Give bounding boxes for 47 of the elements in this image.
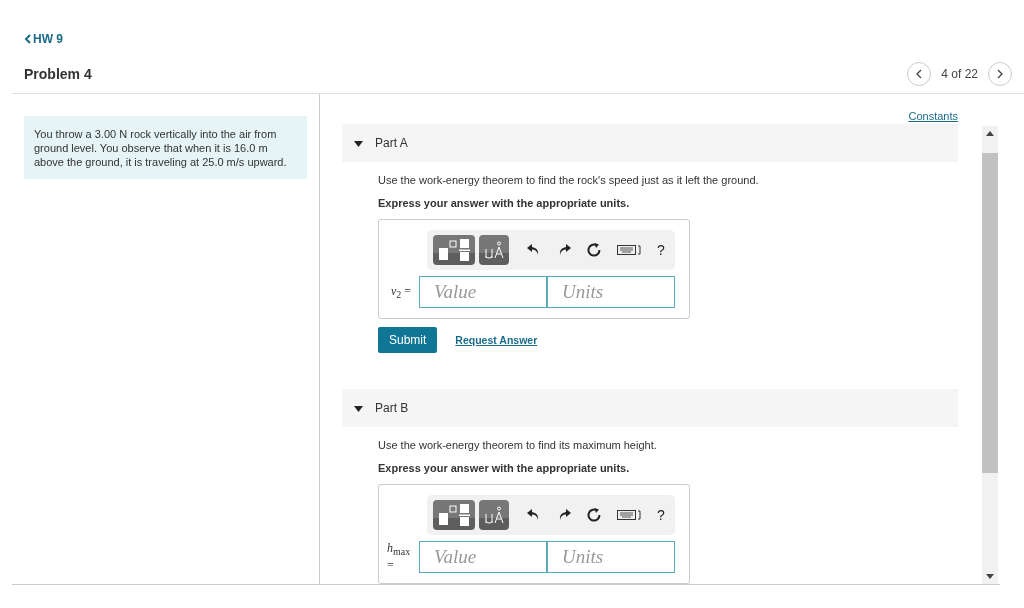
units-field[interactable]: Units xyxy=(547,541,675,573)
symbols-button[interactable] xyxy=(479,235,509,265)
problem-title: Problem 4 xyxy=(24,66,92,82)
redo-icon xyxy=(557,509,571,521)
templates-button[interactable] xyxy=(433,235,475,265)
micro-angstrom-icon xyxy=(483,240,505,260)
chevron-left-icon xyxy=(916,69,923,79)
page-counter: 4 of 22 xyxy=(941,67,978,81)
request-answer-link[interactable]: Request Answer xyxy=(455,334,538,346)
constants-link[interactable]: Constants xyxy=(908,110,958,122)
problem-statement: You throw a 3.00 N rock vertically into the air from ground level. You observe that when it is 16.0 m above the ground, it is traveling at 25.0 m/s upward. xyxy=(24,116,307,179)
question-text: Use the work-energy theorem to find the rock's speed just as it left the ground. xyxy=(378,174,760,186)
scroll-up-icon xyxy=(986,131,994,136)
symbols-button[interactable] xyxy=(479,500,509,530)
scrollbar[interactable] xyxy=(982,126,998,584)
templates-button[interactable] xyxy=(433,500,475,530)
chevron-right-icon xyxy=(997,69,1003,79)
part-title: Part A xyxy=(375,136,408,150)
back-link[interactable]: HW 9 xyxy=(24,32,63,46)
keyboard-icon xyxy=(617,510,641,520)
variable-label: v$_{2}$ = xyxy=(390,283,411,301)
reset-icon xyxy=(587,243,601,257)
part-header[interactable]: Part B xyxy=(342,389,958,427)
caret-down-icon xyxy=(354,138,363,148)
redo-icon xyxy=(557,244,571,256)
value-field[interactable]: Value xyxy=(419,276,547,308)
help-button[interactable]: ? xyxy=(651,507,671,523)
reset-icon xyxy=(587,508,601,522)
micro-angstrom-icon xyxy=(483,505,505,525)
scroll-down-icon xyxy=(986,574,994,579)
instruction-text: Express your answer with the appropriate units. xyxy=(378,462,631,474)
units-field[interactable]: Units xyxy=(547,276,675,308)
chevron-left-icon xyxy=(24,34,31,44)
part-title: Part B xyxy=(375,401,409,415)
fraction-template-icon xyxy=(437,503,471,527)
question-text: Use the work-energy theorem to find its maximum height. xyxy=(378,439,658,451)
undo-icon xyxy=(527,244,541,256)
submit-button[interactable]: Submit xyxy=(378,327,438,353)
variable-label: h$_{max}$ = xyxy=(387,541,411,573)
value-field[interactable]: Value xyxy=(419,541,547,573)
help-button[interactable]: ? xyxy=(651,242,671,258)
instruction-text: Express your answer with the appropriate units. xyxy=(378,197,631,209)
undo-icon xyxy=(527,509,541,521)
caret-down-icon xyxy=(354,403,363,413)
part-header[interactable]: Part A xyxy=(342,124,958,162)
fraction-template-icon xyxy=(437,238,471,262)
keyboard-icon xyxy=(617,245,641,255)
